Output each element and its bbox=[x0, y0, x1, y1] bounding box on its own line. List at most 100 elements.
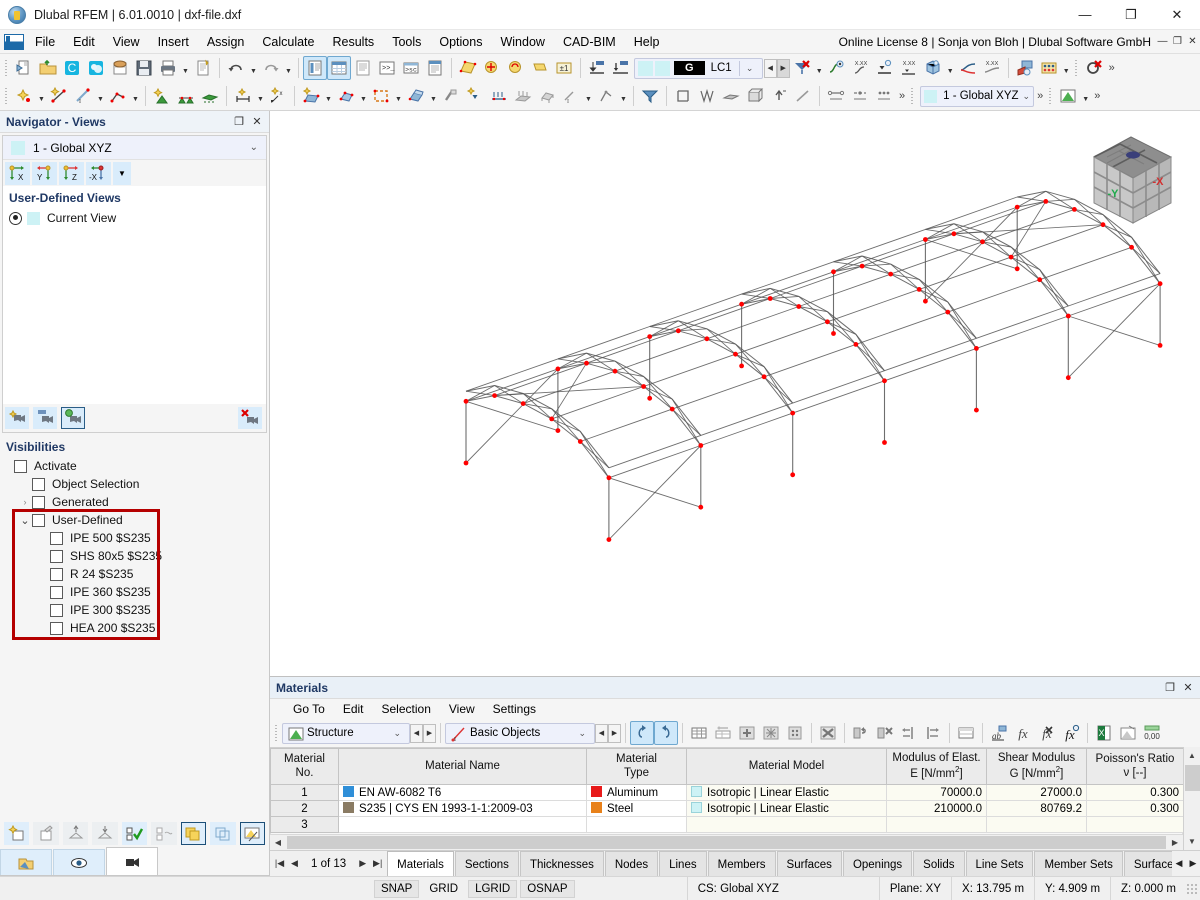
visibility-settings-icon[interactable] bbox=[239, 822, 265, 845]
navigator-tab-views[interactable] bbox=[106, 847, 158, 875]
cell-material-type[interactable] bbox=[586, 816, 687, 833]
current-view-radio[interactable] bbox=[9, 211, 22, 225]
objects-next-button[interactable]: ▶ bbox=[608, 723, 621, 743]
objects-combo[interactable]: I Basic Objects ⌄ bbox=[445, 722, 595, 744]
import-data-icon[interactable] bbox=[1116, 721, 1140, 745]
delete-row-icon[interactable] bbox=[816, 721, 840, 745]
visibility-up-icon[interactable] bbox=[62, 822, 89, 845]
delete-selected-icon[interactable] bbox=[873, 721, 897, 745]
new-member-set-icon[interactable] bbox=[439, 84, 463, 108]
uncheck-all-icon[interactable] bbox=[151, 822, 177, 845]
zoom-rotate-icon[interactable] bbox=[504, 56, 528, 80]
new-opening-dropdown-arrow[interactable]: ▼ bbox=[393, 84, 404, 108]
objects-prev-button[interactable]: ◀ bbox=[595, 723, 608, 743]
hscroll-right-button[interactable]: ▶ bbox=[1167, 835, 1183, 851]
new-solid-dropdown-arrow[interactable]: ▼ bbox=[358, 84, 369, 108]
new-node-icon[interactable] bbox=[12, 84, 36, 108]
rendering-mode-icon[interactable] bbox=[1056, 84, 1080, 108]
cell-material-name[interactable]: EN AW-6082 T6 bbox=[338, 784, 587, 801]
structure-prev-button[interactable]: ◀ bbox=[410, 723, 423, 743]
line-tool-icon[interactable] bbox=[791, 84, 815, 108]
result-grid-icon[interactable] bbox=[921, 56, 945, 80]
view-cube[interactable]: -Y -X bbox=[1076, 125, 1186, 235]
col-header-material-model[interactable]: Material Model bbox=[686, 748, 887, 785]
printout-report-icon[interactable] bbox=[191, 56, 215, 80]
menu-item-edit[interactable]: Edit bbox=[64, 32, 104, 52]
toolbar-overflow-chevron-2[interactable]: » bbox=[896, 90, 908, 102]
cell-material-no[interactable]: 1 bbox=[270, 784, 339, 801]
table-row[interactable]: 3 bbox=[270, 816, 1184, 833]
plate-icon[interactable] bbox=[719, 84, 743, 108]
view-axis-dropdown-arrow[interactable]: ▼ bbox=[113, 161, 131, 185]
first-record-button[interactable]: |◀ bbox=[272, 853, 287, 875]
close-button[interactable]: ✕ bbox=[1154, 0, 1200, 30]
data-tab-nodes[interactable]: Nodes bbox=[604, 851, 659, 876]
structure-combo-dropdown-arrow[interactable]: ⌄ bbox=[385, 728, 407, 739]
col-header-material-no[interactable]: Material No. bbox=[270, 748, 339, 785]
new-surface-load-icon[interactable] bbox=[511, 84, 535, 108]
status-toggle-grid[interactable]: GRID bbox=[422, 880, 465, 898]
visibility-tree-item[interactable]: Object Selection bbox=[0, 475, 269, 493]
new-node-dropdown-arrow[interactable]: ▼ bbox=[36, 84, 47, 108]
resize-grip[interactable] bbox=[1186, 882, 1198, 895]
dimension-value-icon[interactable]: x bbox=[266, 84, 290, 108]
data-tab-surface-s[interactable]: Surface S bbox=[1123, 851, 1172, 876]
model-viewport[interactable]: -Y -X bbox=[270, 111, 1200, 676]
visibility-checkbox[interactable] bbox=[32, 495, 45, 509]
align-right-icon[interactable] bbox=[921, 721, 945, 745]
mdi-restore-button[interactable]: ❐ bbox=[1170, 32, 1185, 52]
new-surface-set-icon[interactable] bbox=[404, 84, 428, 108]
table-header-icon[interactable] bbox=[954, 721, 978, 745]
menu-item-help[interactable]: Help bbox=[625, 32, 669, 52]
last-record-button[interactable]: ▶| bbox=[370, 853, 385, 875]
load-case-prev-button[interactable]: ◀ bbox=[763, 58, 777, 78]
result-legend-dropdown-arrow[interactable]: ▼ bbox=[1061, 56, 1072, 80]
rename-icon[interactable]: ab bbox=[987, 721, 1011, 745]
tabs-scroll-left[interactable]: ◀ bbox=[1172, 853, 1186, 875]
status-toggle-lgrid[interactable]: LGRID bbox=[468, 879, 518, 898]
col-header-poissons-ratio[interactable]: Poisson's Ratio ν [--] bbox=[1086, 748, 1184, 785]
cell-shear-modulus[interactable]: 27000.0 bbox=[986, 784, 1087, 801]
cell-modulus-elasticity[interactable]: 210000.0 bbox=[886, 800, 987, 817]
visibility-checkbox[interactable] bbox=[50, 567, 63, 581]
load-down-icon[interactable] bbox=[585, 56, 609, 80]
data-tab-thicknesses[interactable]: Thicknesses bbox=[519, 851, 604, 876]
menu-item-insert[interactable]: Insert bbox=[149, 32, 198, 52]
new-surface-set-dropdown-arrow[interactable]: ▼ bbox=[428, 84, 439, 108]
deformation-values-icon[interactable]: X.XX bbox=[849, 56, 873, 80]
navigator-restore-icon[interactable]: ❐ bbox=[231, 114, 247, 130]
support-reactions-icon[interactable] bbox=[873, 56, 897, 80]
new-model-icon[interactable] bbox=[12, 56, 36, 80]
zoom-factor-icon[interactable]: ±1 bbox=[552, 56, 576, 80]
data-tab-sections[interactable]: Sections bbox=[454, 851, 519, 876]
menu-item-window[interactable]: Window bbox=[491, 32, 553, 52]
col-header-shear-modulus[interactable]: Shear Modulus G [N/mm2] bbox=[986, 748, 1087, 785]
menu-item-results[interactable]: Results bbox=[324, 32, 384, 52]
status-toggle-snap[interactable]: SNAP bbox=[374, 879, 420, 898]
view-selector[interactable]: 1 - Global XYZ ⌄ bbox=[920, 85, 1035, 107]
materials-menu-go-to[interactable]: Go To bbox=[284, 700, 334, 718]
print-icon[interactable] bbox=[156, 56, 180, 80]
cell-material-model[interactable] bbox=[686, 816, 887, 833]
data-tab-lines[interactable]: Lines bbox=[659, 851, 707, 876]
visibility-tree-item[interactable]: › Generated bbox=[0, 493, 269, 511]
data-tab-member-sets[interactable]: Member Sets bbox=[1034, 851, 1123, 876]
cell-material-name[interactable]: S235 | CYS EN 1993-1-1:2009-03 bbox=[338, 800, 587, 817]
visibility-tree-item[interactable]: SHS 80x5 $S235 bbox=[0, 547, 269, 565]
new-surface-icon[interactable] bbox=[299, 84, 323, 108]
visibility-tree-item[interactable]: IPE 500 $S235 bbox=[0, 529, 269, 547]
visibility-down-icon[interactable] bbox=[92, 822, 118, 845]
cell-material-no[interactable]: 3 bbox=[270, 816, 339, 833]
tree-expander-icon[interactable]: ⌄ bbox=[18, 514, 32, 527]
structure-next-button[interactable]: ▶ bbox=[423, 723, 436, 743]
clear-selection-icon[interactable] bbox=[1082, 56, 1106, 80]
refresh-view-icon[interactable] bbox=[61, 407, 85, 429]
moment-diagram-icon[interactable] bbox=[695, 84, 719, 108]
new-member-load-icon[interactable] bbox=[487, 84, 511, 108]
new-free-load-icon[interactable]: I bbox=[559, 84, 583, 108]
next-record-button[interactable]: ▶ bbox=[355, 853, 370, 875]
tabs-scroll-right[interactable]: ▶ bbox=[1186, 853, 1200, 875]
visibility-tree-item[interactable]: HEA 200 $S235 bbox=[0, 619, 269, 637]
table-panel-toggle-icon[interactable] bbox=[327, 56, 351, 80]
result-grid-dropdown-arrow[interactable]: ▼ bbox=[945, 56, 956, 80]
